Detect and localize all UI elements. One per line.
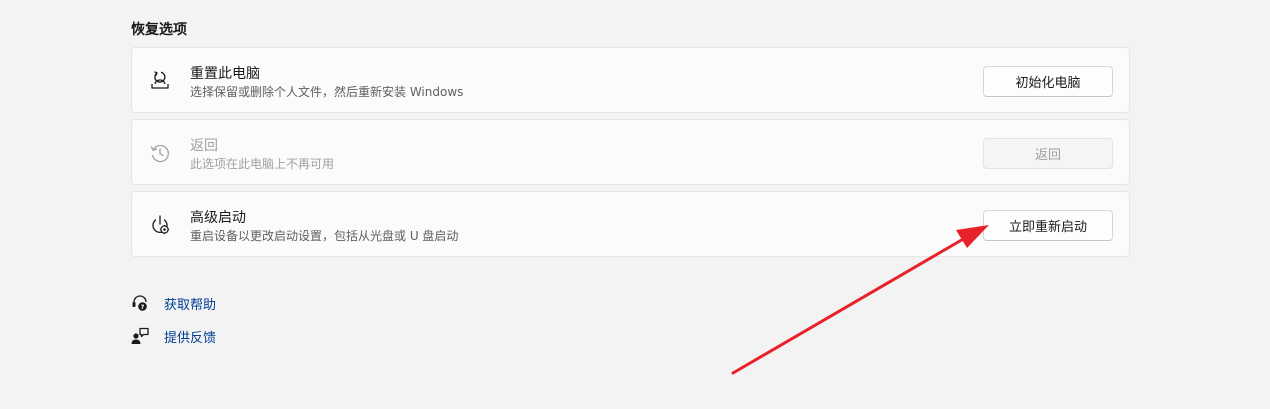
recovery-settings-page: 恢复选项 重置此电脑 选择保留或删除个人文件，然后重新安装 Windows 初始… — [0, 0, 1270, 409]
go-back-text: 返回 此选项在此电脑上不再可用 — [190, 137, 334, 172]
svg-text:?: ? — [141, 303, 145, 311]
reset-pc-title: 重置此电脑 — [190, 66, 260, 82]
go-back-card: 返回 此选项在此电脑上不再可用 返回 — [131, 119, 1130, 185]
feedback-icon — [131, 327, 149, 344]
advanced-startup-icon — [152, 215, 170, 235]
reset-pc-card: 重置此电脑 选择保留或删除个人文件，然后重新安装 Windows 初始化电脑 — [131, 47, 1130, 113]
go-back-title: 返回 — [190, 138, 218, 154]
help-icon: ? — [132, 295, 147, 311]
history-icon — [150, 144, 169, 163]
go-back-description: 此选项在此电脑上不再可用 — [190, 157, 335, 171]
restart-now-button[interactable]: 立即重新启动 — [983, 210, 1113, 241]
reset-pc-description: 选择保留或删除个人文件，然后重新安装 Windows — [190, 85, 464, 99]
section-title: 恢复选项 — [131, 22, 187, 38]
advanced-startup-description: 重启设备以更改启动设置，包括从光盘或 U 盘启动 — [190, 229, 459, 243]
give-feedback-label[interactable]: 提供反馈 — [164, 327, 216, 346]
advanced-startup-title: 高级启动 — [190, 210, 246, 226]
get-help-link[interactable]: ? 获取帮助 — [131, 293, 216, 313]
get-help-label[interactable]: 获取帮助 — [164, 294, 216, 313]
reset-pc-text: 重置此电脑 选择保留或删除个人文件，然后重新安装 Windows — [190, 65, 463, 100]
reset-pc-button[interactable]: 初始化电脑 — [983, 66, 1113, 97]
advanced-startup-card: 高级启动 重启设备以更改启动设置，包括从光盘或 U 盘启动 立即重新启动 — [131, 191, 1130, 257]
reset-pc-icon — [151, 71, 169, 89]
advanced-startup-text: 高级启动 重启设备以更改启动设置，包括从光盘或 U 盘启动 — [190, 209, 458, 244]
go-back-button[interactable]: 返回 — [983, 138, 1113, 169]
give-feedback-link[interactable]: 提供反馈 — [131, 326, 216, 346]
